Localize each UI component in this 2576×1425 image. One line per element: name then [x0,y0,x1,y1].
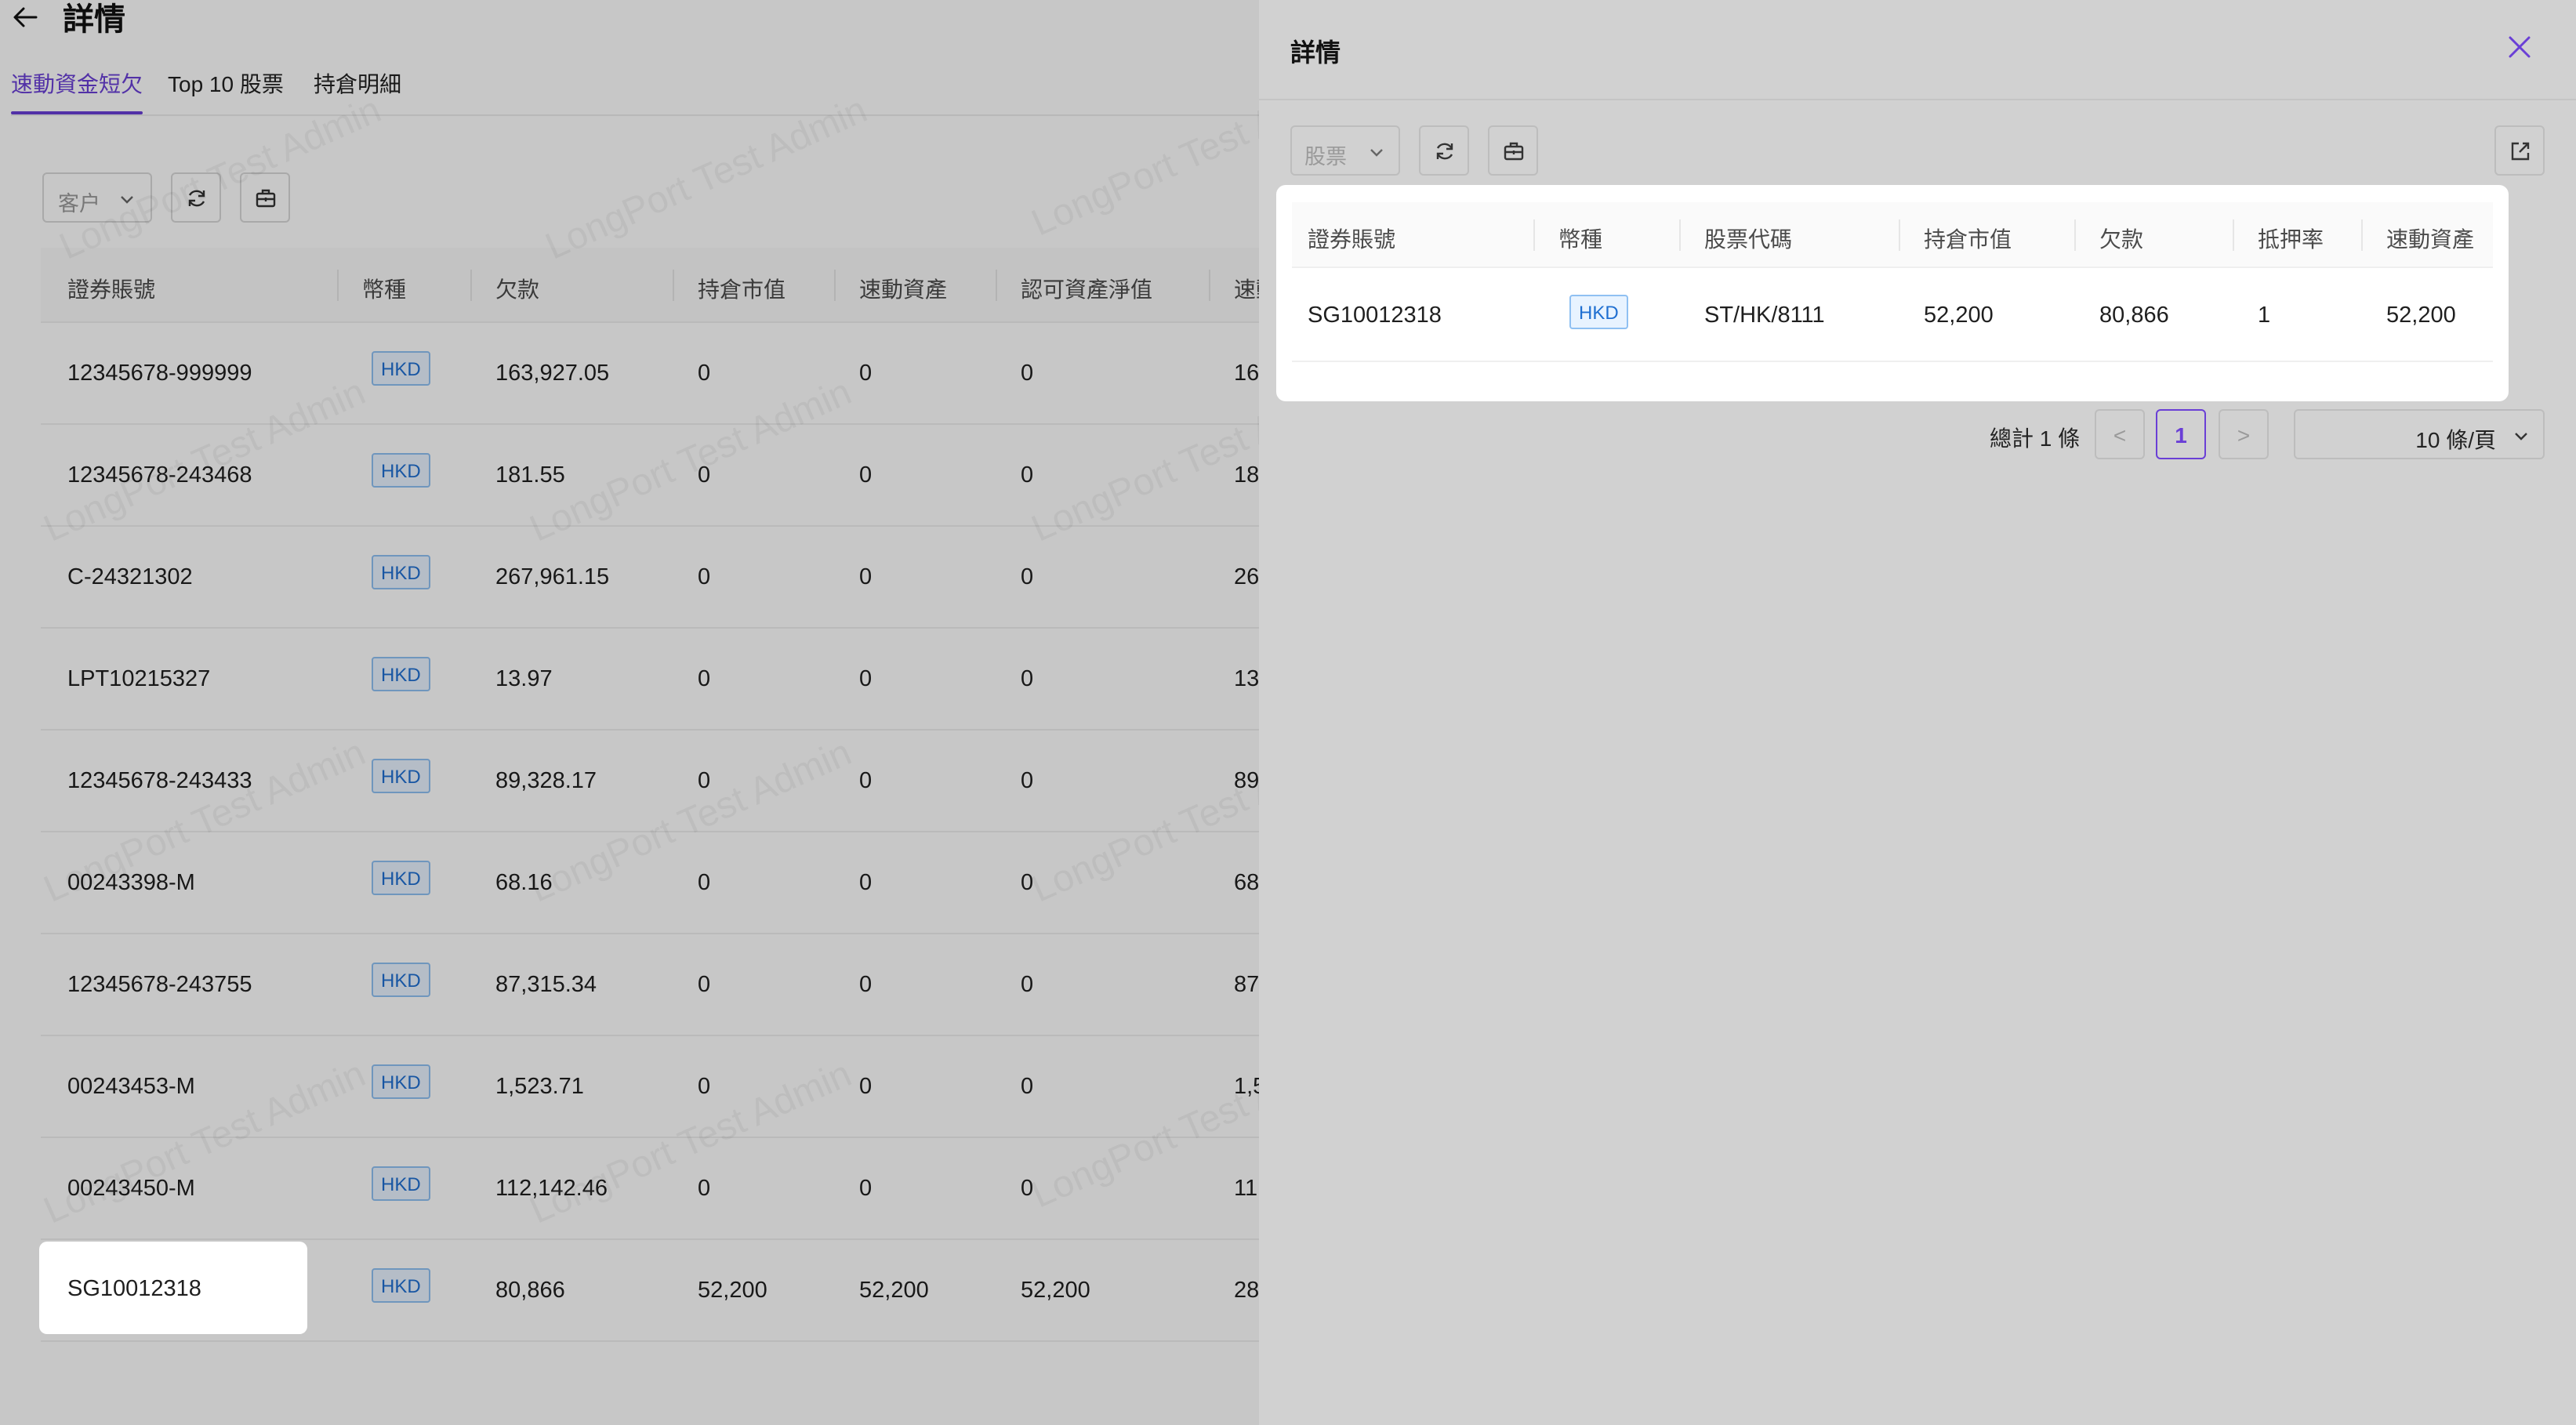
highlighted-account-cell[interactable]: SG10012318 [39,1242,307,1334]
cell-collateral-ratio: 1 [2258,303,2271,328]
close-icon[interactable] [2505,33,2534,61]
column-header[interactable]: 持倉市值 [1924,223,2012,254]
column-header[interactable]: 速動資產 [2386,223,2474,254]
pagination-total: 總計 1 條 [1990,426,2081,451]
column-divider [2361,219,2363,251]
page-1-button[interactable]: 1 [2156,409,2206,459]
chevron-down-icon [2515,433,2527,441]
app-root: 詳情 速動資金短欠 Top 10 股票 持倉明細 客户 證券賬號 幣種 欠款 持… [0,0,2576,1425]
export-icon [2511,142,2530,161]
column-divider [1899,219,1900,251]
drawer-refresh-button[interactable] [1419,125,1469,176]
highlighted-account-text: SG10012318 [67,1276,201,1301]
drawer-toolbox-button[interactable] [1488,125,1538,176]
pagination: 總計 1 條 < 1 > 10 條/頁 [1259,408,2576,462]
column-divider [1533,219,1535,251]
chevron-down-icon [1370,149,1383,157]
cell-stock-code: ST/HK/8111 [1704,303,1825,328]
prev-page-button[interactable]: < [2095,409,2145,459]
export-button[interactable] [2494,125,2545,176]
column-divider [2233,219,2234,251]
page-size-select[interactable]: 10 條/頁 [2294,409,2545,459]
page-size-value: 10 條/頁 [2415,428,2496,452]
drawer-header: 詳情 [1259,0,2576,100]
next-page-button[interactable]: > [2219,409,2269,459]
refresh-icon [1436,143,1453,160]
column-divider [2074,219,2076,251]
cell-quick-assets: 52,200 [2386,303,2456,328]
column-header[interactable]: 證券賬號 [1308,223,1395,254]
column-header[interactable]: 抵押率 [2258,223,2324,254]
stock-select-placeholder: 股票 [1304,145,1347,169]
cell-debt: 80,866 [2099,303,2169,328]
column-header[interactable]: 幣種 [1558,223,1602,254]
cell-market-value: 52,200 [1924,303,1994,328]
column-header[interactable]: 欠款 [2099,223,2143,254]
column-header[interactable]: 股票代碼 [1704,223,1792,254]
column-divider [1679,219,1681,251]
drawer-table-header: 證券賬號 幣種 股票代碼 持倉市值 欠款 抵押率 速動資產 [1292,202,2493,268]
drawer-title: 詳情 [1290,38,1341,67]
toolbox-icon [1504,142,1524,161]
table-row[interactable]: SG10012318 HKD ST/HK/8111 52,200 80,866 … [1292,270,2493,362]
details-drawer: 詳情 股票 證券賬號 幣種 股票代碼 持倉市值 欠款 抵押率 速動資產 SG10… [1259,0,2576,1425]
currency-tag: HKD [1569,295,1628,329]
cell-account: SG10012318 [1308,303,1442,328]
stock-select[interactable]: 股票 [1290,125,1400,176]
drawer-table: 證券賬號 幣種 股票代碼 持倉市值 欠款 抵押率 速動資產 SG10012318… [1276,185,2509,401]
